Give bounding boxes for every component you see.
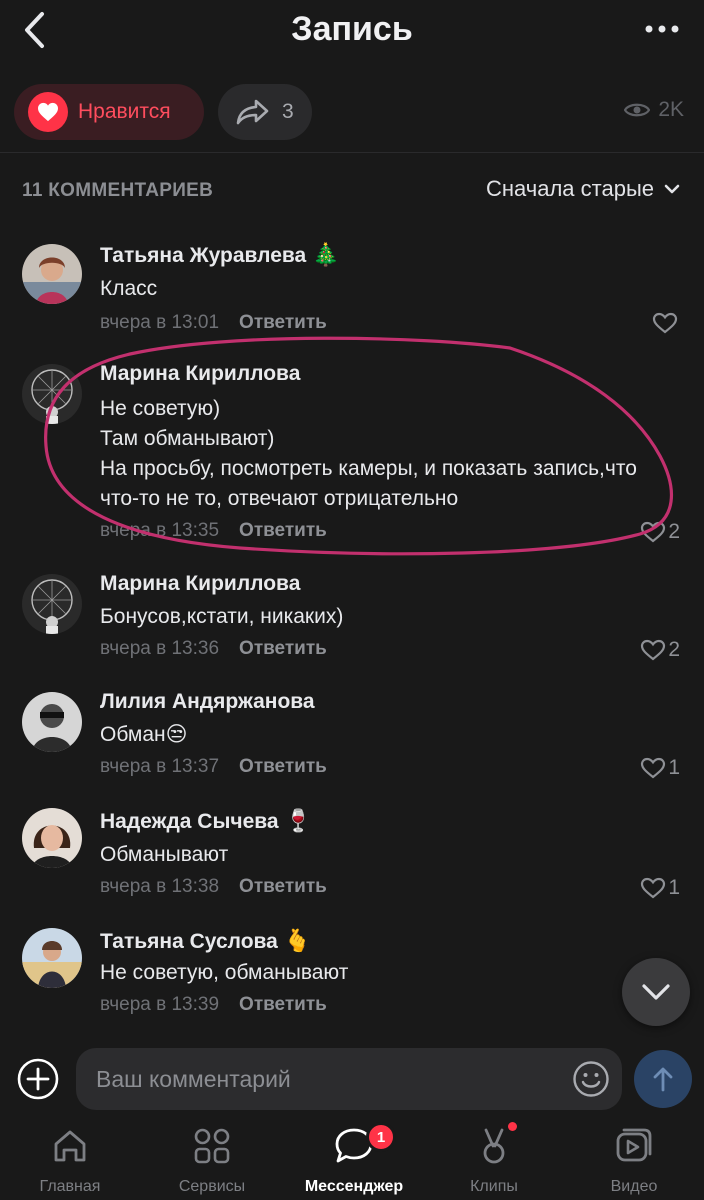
comment-item: Татьяна Суслова 🫰 Не советую, обманывают …: [0, 922, 704, 1034]
avatar[interactable]: [22, 574, 82, 634]
comment-item: Татьяна Журавлева 🎄 Класс вчера в 13:01 О…: [0, 236, 704, 346]
comment-text: Обман😒: [100, 723, 188, 746]
nav-clips[interactable]: Клипы: [424, 1114, 564, 1200]
reply-button[interactable]: Ответить: [239, 994, 327, 1016]
heart-outline-icon: [641, 757, 666, 779]
page-title: Запись: [291, 10, 413, 48]
comment-text: Класс: [100, 277, 158, 300]
comment-text: Обманывают: [100, 843, 229, 866]
home-icon: [54, 1130, 86, 1162]
comment-text: Бонусов,кстати, никаких): [100, 605, 344, 628]
more-dots-icon: [645, 25, 679, 33]
comment-time: вчера в 13:35: [100, 520, 220, 541]
views-counter: 2K: [624, 98, 684, 122]
comment-meta: вчера в 13:39 Ответить: [100, 994, 327, 1016]
send-button[interactable]: [634, 1050, 692, 1108]
comment-author[interactable]: Надежда Сычева 🍷: [100, 808, 312, 834]
comment-input[interactable]: [76, 1048, 622, 1110]
comment-author[interactable]: Татьяна Журавлева 🎄: [100, 242, 340, 268]
comment-author[interactable]: Лилия Андяржанова: [100, 690, 315, 714]
views-count: 2K: [658, 98, 684, 121]
like-button[interactable]: Нравится: [14, 84, 204, 140]
comment-like-button[interactable]: [652, 312, 680, 334]
clips-icon: [483, 1128, 505, 1164]
reply-button[interactable]: Ответить: [239, 520, 327, 542]
nav-label: Клипы: [470, 1178, 518, 1195]
comment-item: Лилия Андяржанова Обман😒 вчера в 13:37 О…: [0, 684, 704, 794]
comment-like-button[interactable]: 1: [640, 756, 680, 780]
comment-item: Надежда Сычева 🍷 Обманывают вчера в 13:38…: [0, 802, 704, 914]
share-arrow-icon: [236, 99, 269, 125]
comment-time: вчера в 13:37: [100, 756, 220, 777]
avatar[interactable]: [22, 364, 82, 424]
comment-like-button[interactable]: 2: [640, 520, 680, 544]
comment-text: Не советую, обманывают: [100, 961, 349, 984]
comment-item: Марина Кириллова Бонусов,кстати, никаких…: [0, 566, 704, 676]
nav-label: Мессенджер: [304, 1178, 404, 1195]
nav-label: Видео: [610, 1178, 658, 1195]
comment-author[interactable]: Марина Кириллова: [100, 572, 300, 596]
notification-dot: [508, 1122, 517, 1131]
comment-meta: вчера в 13:38 Ответить: [100, 876, 327, 898]
sort-dropdown[interactable]: Сначала старые: [486, 176, 680, 202]
comment-time: вчера в 13:36: [100, 638, 220, 659]
comment-meta: вчера в 13:37 Ответить: [100, 756, 327, 778]
top-bar: Запись: [0, 0, 704, 64]
chevron-down-icon: [664, 184, 680, 194]
arrow-up-icon: [653, 1067, 673, 1092]
comment-time: вчера в 13:38: [100, 876, 220, 897]
bottom-navigation: Главная Сервисы 1 Мессенджер Клипы Видео: [0, 1114, 704, 1200]
nav-label: Главная: [39, 1178, 101, 1195]
sort-label: Сначала старые: [485, 176, 654, 201]
emoji-icon[interactable]: [572, 1060, 610, 1098]
share-count: 3: [282, 100, 294, 123]
reply-button[interactable]: Ответить: [239, 756, 327, 778]
comment-meta: вчера в 13:36 Ответить: [100, 638, 327, 660]
services-icon: [194, 1128, 230, 1164]
avatar[interactable]: [22, 692, 82, 752]
comment-time: вчера в 13:39: [100, 994, 220, 1015]
comment-author[interactable]: Марина Кириллова: [100, 362, 300, 386]
comment-text: Не советую) Там обманывают) На просьбу, …: [100, 397, 637, 510]
unread-badge: 1: [366, 1122, 396, 1152]
reply-button[interactable]: Ответить: [239, 638, 327, 660]
reply-button[interactable]: Ответить: [239, 312, 327, 334]
comment-meta: вчера в 13:35 Ответить: [100, 520, 327, 542]
divider: [0, 152, 704, 153]
reply-button[interactable]: Ответить: [239, 876, 327, 898]
comment-time: вчера в 13:01: [100, 312, 220, 333]
heart-outline-icon: [641, 521, 666, 543]
avatar[interactable]: [22, 244, 82, 304]
heart-outline-icon: [641, 877, 666, 899]
avatar[interactable]: [22, 928, 82, 988]
like-label: Нравится: [78, 100, 171, 123]
heart-icon: [28, 92, 68, 132]
comments-count: 11 КОММЕНТАРИЕВ: [22, 180, 214, 201]
add-attachment-icon[interactable]: [16, 1057, 60, 1101]
comment-meta: вчера в 13:01 Ответить: [100, 312, 327, 334]
chevron-down-icon: [642, 984, 670, 1000]
more-options-button[interactable]: [642, 14, 682, 44]
comment-like-button[interactable]: 2: [640, 638, 680, 662]
eye-icon: [624, 103, 651, 117]
nav-messenger[interactable]: 1 Мессенджер: [284, 1114, 424, 1200]
heart-outline-icon: [652, 312, 678, 334]
comment-item: Марина Кириллова Не советую) Там обманыв…: [0, 356, 704, 556]
nav-services[interactable]: Сервисы: [142, 1114, 282, 1200]
comment-like-button[interactable]: 1: [640, 876, 680, 900]
video-icon: [616, 1128, 652, 1162]
heart-outline-icon: [641, 639, 666, 661]
nav-label: Сервисы: [178, 1178, 246, 1195]
comment-composer: [0, 1046, 704, 1112]
avatar[interactable]: [22, 808, 82, 868]
scroll-down-button[interactable]: [622, 958, 690, 1026]
nav-video[interactable]: Видео: [564, 1114, 704, 1200]
post-actions: Нравится 3 2K: [0, 84, 704, 142]
share-button[interactable]: 3: [218, 84, 312, 140]
comment-author[interactable]: Татьяна Суслова 🫰: [100, 928, 311, 954]
nav-home[interactable]: Главная: [0, 1114, 140, 1200]
comments-header: 11 КОММЕНТАРИЕВ Сначала старые: [0, 172, 704, 208]
